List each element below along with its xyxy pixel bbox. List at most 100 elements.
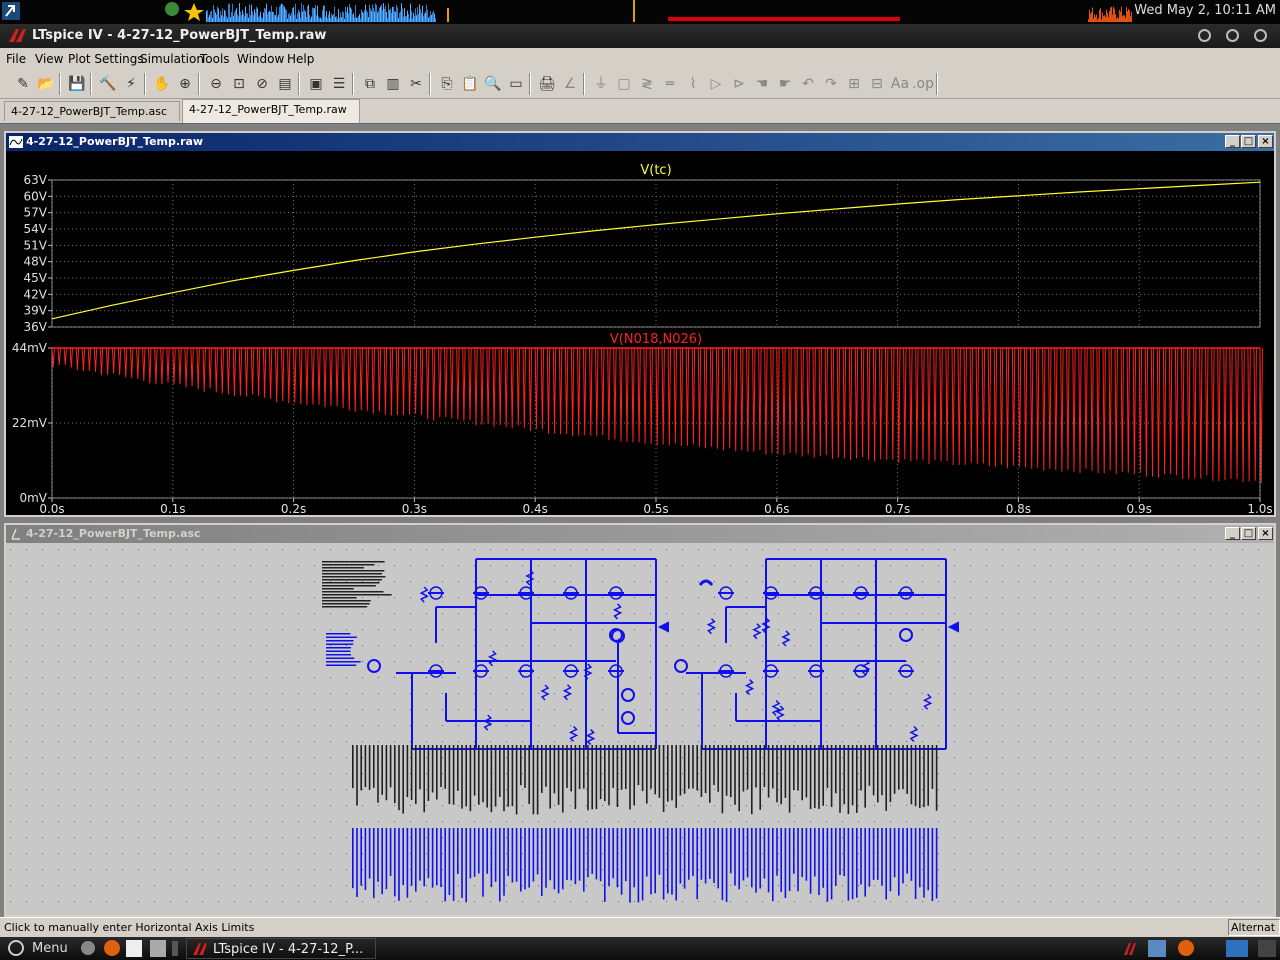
tray-extra-icon[interactable] — [1258, 940, 1276, 957]
vtc-ytick-label[interactable]: 54V — [24, 222, 48, 236]
trace-vtc[interactable] — [51, 181, 1261, 320]
menu-view[interactable]: View — [35, 52, 63, 66]
trace-label-vtc[interactable]: V(tc) — [640, 163, 671, 178]
ltspice-tray-icon[interactable] — [1124, 943, 1136, 955]
resistor-icon[interactable]: ≷ — [636, 73, 658, 95]
halt-icon[interactable]: ✋ — [151, 73, 173, 95]
vtc-ytick-label[interactable]: 42V — [24, 287, 48, 301]
trace-vn018[interactable] — [51, 347, 1263, 484]
print-preview-icon[interactable]: ▭ — [505, 73, 527, 95]
label-net-icon[interactable]: ▢ — [613, 73, 635, 95]
rotate-icon[interactable]: ⊞ — [843, 73, 865, 95]
tile-horizontal-icon[interactable]: ☰ — [328, 73, 350, 95]
schematic-restore-button[interactable]: □ — [1241, 527, 1256, 540]
control-panel-icon[interactable]: 🔨 — [97, 73, 119, 95]
file-manager-icon[interactable] — [1148, 940, 1166, 957]
cascade-icon[interactable]: ⧉ — [359, 73, 381, 95]
schematic-canvas[interactable] — [6, 543, 1274, 915]
zoom-in-icon[interactable]: ⊕ — [174, 73, 196, 95]
menu-simulation[interactable]: Simulation — [140, 52, 204, 66]
xtick-label[interactable]: 0.9s — [1127, 502, 1152, 515]
mirror-icon[interactable]: ⊟ — [866, 73, 888, 95]
text-editor-icon[interactable] — [126, 940, 142, 957]
ground-icon[interactable]: ⏚ — [590, 73, 612, 95]
close-button[interactable] — [1254, 29, 1267, 42]
tab-asc[interactable]: 4-27-12_PowerBJT_Temp.asc — [4, 101, 180, 121]
minimize-button[interactable] — [1198, 29, 1211, 42]
taskbar-menu-label[interactable]: Menu — [32, 941, 68, 956]
autorange-icon[interactable]: ▤ — [274, 73, 296, 95]
schematic-window-title[interactable]: 4-27-12_PowerBJT_Temp.asc _ □ × — [6, 525, 1274, 543]
zoom-out-icon[interactable]: ⊖ — [205, 73, 227, 95]
menu-file[interactable]: File — [6, 52, 26, 66]
zoom-fit-icon[interactable]: ⊡ — [228, 73, 250, 95]
menu-help[interactable]: Help — [287, 52, 314, 66]
wire-icon[interactable]: ∠ — [559, 73, 581, 95]
xtick-label[interactable]: 0.7s — [885, 502, 910, 515]
waveform-restore-button[interactable]: □ — [1241, 135, 1256, 148]
drag-icon[interactable]: ☛ — [774, 73, 796, 95]
star-icon[interactable] — [184, 3, 204, 21]
print-icon[interactable]: 🖨 — [536, 73, 558, 95]
clock[interactable]: Wed May 2, 10:11 AM — [1134, 3, 1276, 18]
vn018-ytick-label[interactable]: 44mV — [12, 341, 48, 355]
undo-icon[interactable]: ↶ — [797, 73, 819, 95]
ltspice-window-icon[interactable] — [1226, 940, 1248, 957]
firefox-tray-icon[interactable] — [1178, 940, 1194, 956]
zoom-cancel-icon[interactable]: ⊘ — [251, 73, 273, 95]
menu-gear-icon[interactable] — [8, 940, 24, 956]
cut-icon[interactable]: ✂ — [405, 73, 427, 95]
capacitor-icon[interactable]: ═ — [659, 73, 681, 95]
settings-icon[interactable] — [81, 941, 95, 955]
xtick-label[interactable]: 0.5s — [643, 502, 668, 515]
save-icon[interactable]: 💾 — [66, 73, 88, 95]
run-icon[interactable]: ⚡ — [120, 73, 142, 95]
tile-vertical-icon[interactable]: ▥ — [382, 73, 404, 95]
xtick-label[interactable]: 1.0s — [1247, 502, 1272, 515]
xtick-label[interactable]: 0.3s — [402, 502, 427, 515]
tab-raw[interactable]: 4-27-12_PowerBJT_Temp.raw — [182, 99, 360, 123]
find-icon[interactable]: 🔍 — [482, 73, 504, 95]
new-schematic-icon[interactable]: ✎ — [12, 73, 34, 95]
inductor-icon[interactable]: ⌇ — [682, 73, 704, 95]
vtc-ytick-label[interactable]: 63V — [24, 173, 48, 187]
schematic-minimize-button[interactable]: _ — [1225, 527, 1240, 540]
redo-icon[interactable]: ↷ — [820, 73, 842, 95]
xtick-label[interactable]: 0.8s — [1006, 502, 1031, 515]
vtc-ytick-label[interactable]: 39V — [24, 304, 48, 318]
xtick-label[interactable]: 0.4s — [523, 502, 548, 515]
play-icon[interactable] — [165, 2, 179, 16]
paste-icon[interactable]: 📋 — [459, 73, 481, 95]
menu-tools[interactable]: Tools — [200, 52, 230, 66]
waveform-minimize-button[interactable]: _ — [1225, 135, 1240, 148]
open-icon[interactable]: 📂 — [35, 73, 57, 95]
waveform-plot[interactable]: 63V 60V 57V 54V 51V 48V 45V 42V 39V 36V V(tc) 44mV 2… — [6, 151, 1274, 515]
calculator-icon[interactable] — [150, 940, 166, 957]
spice-directive-icon[interactable]: .op — [912, 73, 934, 95]
menu-plot-settings[interactable]: Plot Settings — [68, 52, 144, 66]
xtick-label[interactable]: 0.6s — [764, 502, 789, 515]
trace-label-vn018[interactable]: V(N018,N026) — [610, 332, 702, 347]
vtc-ytick-label[interactable]: 36V — [24, 320, 48, 334]
window-titlebar[interactable]: LTspice IV - 4-27-12_PowerBJT_Temp.raw — [0, 24, 1280, 48]
vtc-ytick-label[interactable]: 51V — [24, 238, 48, 252]
maximize-button[interactable] — [1226, 29, 1239, 42]
move-icon[interactable]: ☚ — [751, 73, 773, 95]
xtick-label[interactable]: 0.2s — [281, 502, 306, 515]
copy-icon[interactable]: ⎘ — [436, 73, 458, 95]
vtc-ytick-label[interactable]: 57V — [24, 206, 48, 220]
xtick-label[interactable]: 0.1s — [160, 502, 185, 515]
vtc-ytick-label[interactable]: 45V — [24, 271, 48, 285]
taskbar-ltspice-task[interactable]: LTspice IV - 4-27-12_P... — [186, 938, 376, 959]
diode-icon[interactable]: ▷ — [705, 73, 727, 95]
menu-window[interactable]: Window — [237, 52, 284, 66]
xtick-label[interactable]: 0.0s — [39, 502, 64, 515]
firefox-icon[interactable] — [104, 940, 120, 956]
vtc-ytick-label[interactable]: 60V — [24, 189, 48, 203]
pick-visible-traces-icon[interactable]: ▣ — [305, 73, 327, 95]
vtc-ytick-label[interactable]: 48V — [24, 255, 48, 269]
component-icon[interactable]: ⊳ — [728, 73, 750, 95]
text-icon[interactable]: Aa — [889, 73, 911, 95]
schematic-close-button[interactable]: × — [1258, 527, 1273, 540]
waveform-window-title[interactable]: 4-27-12_PowerBJT_Temp.raw _ □ × — [6, 133, 1274, 151]
